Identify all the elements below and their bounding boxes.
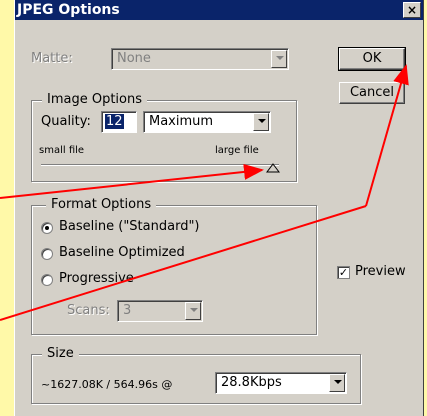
arrow-to-slider [0,163,264,199]
arrow-to-ok [365,64,409,207]
arrow-segment-bottom [0,205,367,321]
annotation-arrows [0,64,409,321]
